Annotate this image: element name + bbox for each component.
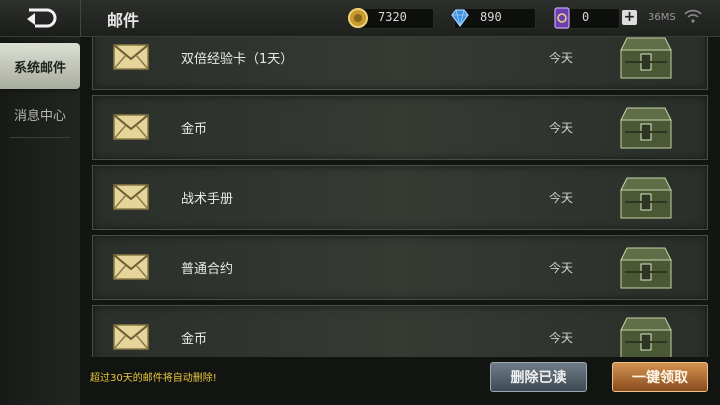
mail-item[interactable]: 战术手册 今天 — [92, 165, 708, 230]
claim-all-button[interactable]: 一键领取 — [612, 362, 708, 392]
back-arrow-icon — [27, 8, 57, 28]
envelope-icon — [113, 114, 149, 140]
mail-title: 金币 — [181, 122, 208, 137]
diamond-counter: 890 — [451, 8, 536, 29]
mail-title: 普通合约 — [181, 262, 234, 277]
mail-date: 今天 — [549, 331, 574, 345]
wifi-icon — [684, 9, 702, 23]
mail-list[interactable]: 双倍经验卡（1天） 今天 金币 今天 战术手册 今天 普通合约 今天 金币 今天 — [80, 37, 720, 357]
purple-card-icon — [554, 7, 570, 29]
mail-item[interactable]: 金币 今天 — [92, 305, 708, 357]
envelope-icon — [113, 184, 149, 210]
card-counter: 0 — [554, 7, 620, 29]
footer-bar: 超过30天的邮件将自动删除! 删除已读 一键领取 — [80, 357, 720, 405]
sidebar-divider — [10, 137, 70, 138]
mail-title: 双倍经验卡（1天） — [181, 52, 294, 67]
mail-item[interactable]: 双倍经验卡（1天） 今天 — [92, 37, 708, 90]
add-currency-button[interactable]: + — [622, 10, 637, 25]
gold-value: 7320 — [378, 10, 407, 24]
top-bar: 邮件 7320 890 0 + 36MS — [0, 0, 720, 37]
diamond-icon — [451, 9, 469, 28]
mail-date: 今天 — [549, 261, 574, 275]
envelope-icon — [113, 324, 149, 350]
mail-title: 金币 — [181, 332, 208, 347]
mail-date: 今天 — [549, 121, 574, 135]
green-chest-icon — [620, 37, 672, 79]
back-button[interactable] — [0, 0, 81, 36]
delete-read-button[interactable]: 删除已读 — [490, 362, 587, 392]
tab-system-mail[interactable]: 系统邮件 — [0, 43, 80, 89]
page-title: 邮件 — [107, 11, 140, 30]
mail-item[interactable]: 普通合约 今天 — [92, 235, 708, 300]
ping-text: 36MS — [648, 12, 676, 23]
green-chest-icon — [620, 247, 672, 289]
gold-coin-icon — [348, 8, 368, 28]
card-value: 0 — [582, 10, 590, 24]
sidebar: 系统邮件 消息中心 — [0, 37, 81, 405]
mail-title: 战术手册 — [181, 192, 234, 207]
envelope-icon — [113, 254, 149, 280]
green-chest-icon — [620, 177, 672, 219]
gold-counter: 7320 — [348, 8, 434, 29]
green-chest-icon — [620, 107, 672, 149]
tab-message-center[interactable]: 消息中心 — [0, 91, 80, 137]
envelope-icon — [113, 44, 149, 70]
mail-date: 今天 — [549, 51, 574, 65]
mail-date: 今天 — [549, 191, 574, 205]
auto-delete-notice: 超过30天的邮件将自动删除! — [90, 373, 217, 384]
green-chest-icon — [620, 317, 672, 357]
mail-item[interactable]: 金币 今天 — [92, 95, 708, 160]
diamond-value: 890 — [480, 10, 502, 24]
